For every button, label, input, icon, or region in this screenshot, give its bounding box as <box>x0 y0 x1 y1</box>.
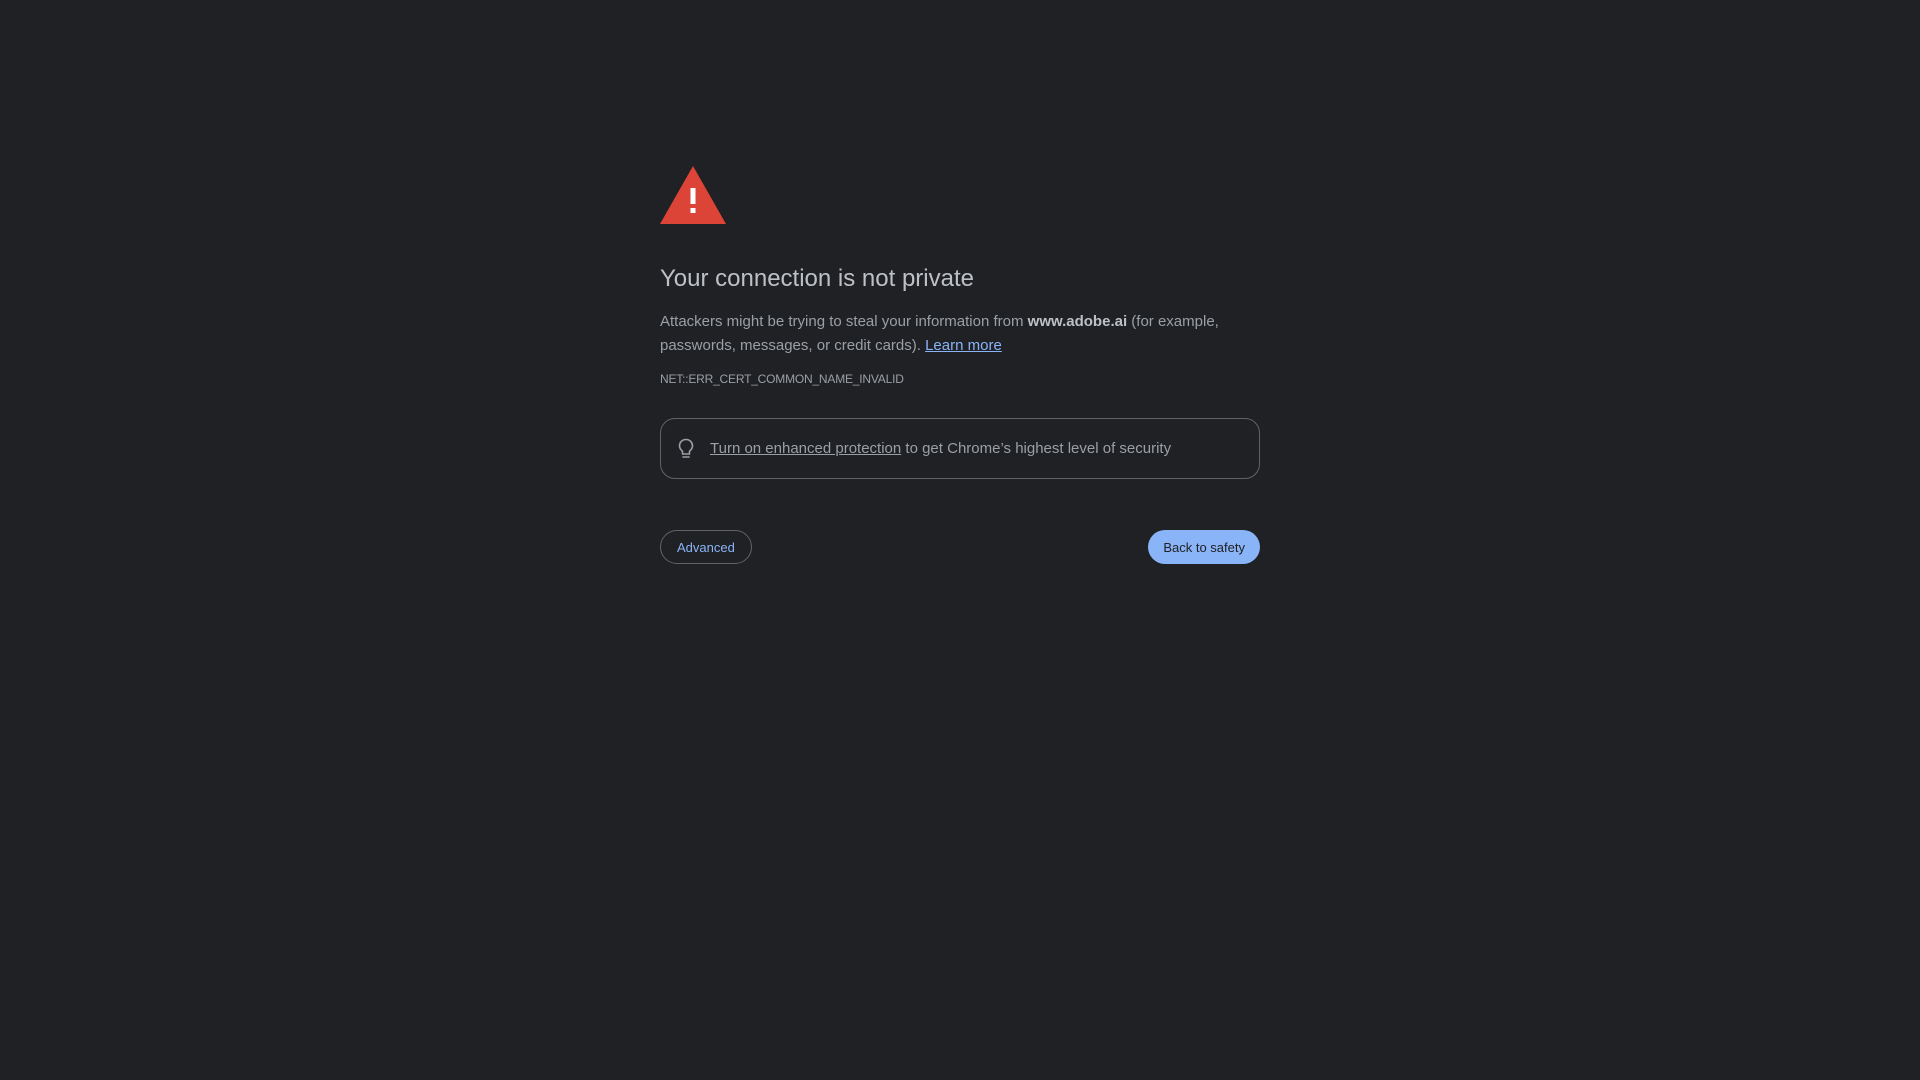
warning-triangle-icon <box>660 166 726 224</box>
error-code: NET::ERR_CERT_COMMON_NAME_INVALID <box>660 372 904 386</box>
page-title: Your connection is not private <box>660 265 974 292</box>
enhanced-protection-promo: Turn on enhanced protection to get Chrom… <box>660 418 1260 479</box>
site-domain: www.adobe.ai <box>1027 313 1128 330</box>
back-to-safety-button[interactable]: Back to safety <box>1148 530 1260 564</box>
action-buttons: Advanced Back to safety <box>660 530 1260 564</box>
enhanced-protection-link[interactable]: Turn on enhanced protection <box>710 440 901 457</box>
error-message: Attackers might be trying to steal your … <box>660 310 1260 358</box>
learn-more-link[interactable]: Learn more <box>925 337 1002 354</box>
enhanced-protection-text: Turn on enhanced protection to get Chrom… <box>710 440 1171 457</box>
lightbulb-icon <box>678 438 694 458</box>
advanced-button[interactable]: Advanced <box>660 530 752 564</box>
enhanced-protection-suffix: to get Chrome’s highest level of securit… <box>901 440 1172 457</box>
interstitial-container: Your connection is not private Attackers… <box>660 166 1260 564</box>
message-prefix: Attackers might be trying to steal your … <box>660 313 1028 330</box>
